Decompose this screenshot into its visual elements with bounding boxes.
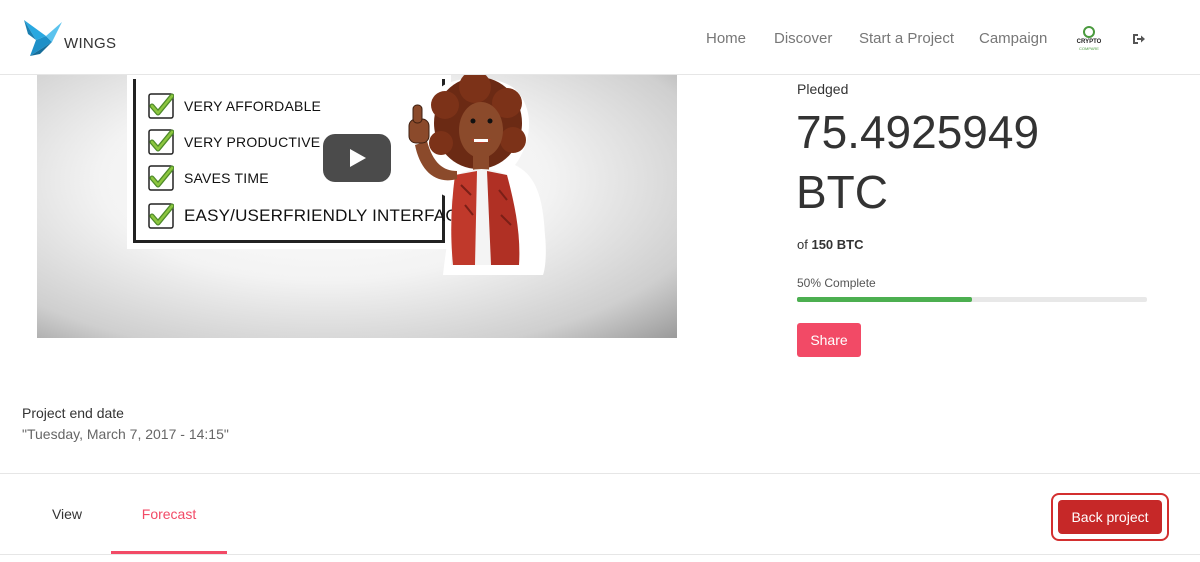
wings-logo[interactable]: WINGS: [22, 16, 132, 60]
checklist-label: SAVES TIME: [184, 170, 269, 186]
green-check-icon: [148, 165, 174, 191]
back-project-highlight: Back project: [1051, 493, 1169, 541]
nav-home-link[interactable]: Home: [706, 30, 746, 47]
share-button[interactable]: Share: [797, 323, 861, 357]
nav-campaign-link[interactable]: Campaign: [979, 30, 1047, 47]
cartoon-woman-illustration: [399, 75, 546, 275]
checklist-item: VERY PRODUCTIVE: [148, 127, 320, 157]
checklist-item: SAVES TIME: [148, 163, 269, 193]
tab-forecast-label: Forecast: [141, 506, 197, 522]
tab-view[interactable]: View: [32, 474, 102, 554]
goal-prefix: of: [797, 237, 808, 252]
logo-text: WINGS: [64, 35, 117, 52]
nav-start-project-link[interactable]: Start a Project: [859, 30, 954, 47]
pledged-label: Pledged: [797, 81, 849, 97]
progress-text: 50% Complete: [797, 276, 876, 290]
top-navbar: WINGS Home Discover Start a Project Camp…: [0, 0, 1200, 75]
project-video[interactable]: VERY AFFORDABLE VERY PRODUCTIVE SAVES TI…: [37, 75, 677, 338]
wings-bird-icon: [24, 20, 62, 56]
funding-progress-bar: [797, 297, 1147, 302]
green-check-icon: [148, 129, 174, 155]
active-tab-indicator: [111, 551, 227, 554]
play-icon: [350, 149, 366, 167]
cryptocompare-icon: [1083, 26, 1095, 38]
checklist-label: VERY AFFORDABLE: [184, 98, 322, 114]
project-end-date-value: "Tuesday, March 7, 2017 - 14:15": [22, 426, 229, 442]
project-tabs-bar: View Forecast Back project: [0, 473, 1200, 555]
checklist-item: VERY AFFORDABLE: [148, 91, 321, 121]
nav-discover-link[interactable]: Discover: [774, 30, 832, 47]
cryptocompare-logo-link[interactable]: CRYPTO COMPARE: [1074, 26, 1104, 52]
checklist-label: VERY PRODUCTIVE: [184, 134, 321, 150]
pledged-amount: 75.4925949 BTC: [796, 106, 1040, 218]
goal-amount: 150 BTC: [811, 237, 864, 252]
sign-out-icon[interactable]: [1132, 32, 1146, 44]
funding-goal: of 150 BTC: [797, 237, 864, 252]
cryptocompare-logo-subtext: COMPARE: [1079, 46, 1099, 51]
cryptocompare-logo-text: CRYPTO: [1076, 39, 1102, 45]
tab-forecast[interactable]: Forecast: [111, 474, 227, 554]
project-end-date-label: Project end date: [22, 405, 124, 421]
back-project-button[interactable]: Back project: [1058, 500, 1162, 534]
green-check-icon: [148, 93, 174, 119]
progress-bar-fill: [797, 297, 972, 302]
video-play-button[interactable]: [323, 134, 391, 182]
green-check-icon: [148, 203, 174, 229]
